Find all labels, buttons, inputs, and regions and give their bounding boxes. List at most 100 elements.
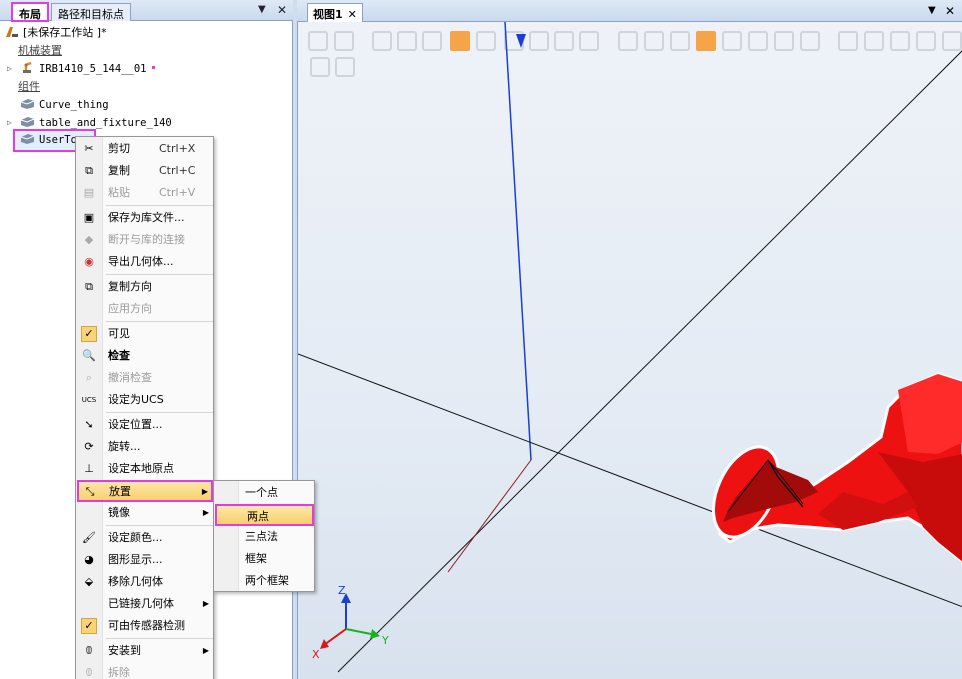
submenu-arrow-icon: ▶ (202, 508, 209, 517)
menu-item-visible[interactable]: ✓ 可见 (77, 323, 213, 345)
tab-paths-targets[interactable]: 路径和目标点 (51, 3, 131, 21)
menu-separator (106, 321, 213, 322)
component-icon (20, 99, 35, 109)
submenu-item-one-point[interactable]: 一个点 (215, 482, 314, 504)
menu-item-undo-inspect[interactable]: ⌕ 撤消检查 (77, 367, 213, 389)
apply-orientation-icon (81, 301, 97, 317)
local-origin-icon: ⊥ (84, 462, 94, 475)
station-icon (6, 27, 18, 37)
station-label: [未保存工作站 ]* (23, 26, 107, 39)
detach-icon: 𝟘 (85, 666, 93, 679)
tree-station[interactable]: [未保存工作站 ]* (4, 24, 107, 42)
tree-curve-thing[interactable]: Curve_thing (20, 96, 109, 114)
menu-item-apply-orientation[interactable]: 应用方向 (77, 298, 213, 320)
submenu-item-two-points[interactable]: 两点 (215, 504, 314, 526)
submenu-arrow-icon: ▶ (202, 599, 209, 608)
menu-item-export-geometry[interactable]: ◉ 导出几何体... (77, 251, 213, 273)
save-library-icon: ▣ (83, 211, 95, 224)
left-tabstrip: 布局 路径和目标点 ▼ ✕ (0, 0, 293, 22)
menu-separator (106, 274, 213, 275)
close-icon[interactable]: ✕ (945, 4, 955, 18)
attach-icon: 𝟘 (85, 644, 93, 657)
export-geometry-icon: ◉ (84, 255, 94, 268)
check-icon: ✓ (81, 326, 97, 342)
red-tool-model (712, 372, 962, 564)
undo-inspect-icon: ⌕ (85, 371, 93, 384)
expand-icon[interactable]: ▷ (7, 114, 12, 132)
menu-separator (106, 525, 213, 526)
inspect-icon: 🔍 (82, 349, 96, 362)
ucs-icon: UCS (81, 396, 97, 404)
component-icon (20, 117, 35, 127)
menu-item-cut[interactable]: ✂ 剪切 Ctrl+X (77, 138, 213, 160)
tab-layout[interactable]: 布局 (11, 2, 49, 22)
close-icon[interactable]: ✕ (348, 8, 357, 21)
submenu-item-two-frames[interactable]: 两个框架 (215, 570, 314, 592)
submenu-item-frame[interactable]: 框架 (215, 548, 314, 570)
tab-view1[interactable]: 视图1 ✕ (307, 3, 363, 22)
submenu-arrow-icon: ▶ (201, 487, 208, 496)
close-icon[interactable]: ✕ (277, 3, 287, 17)
menu-separator (106, 638, 213, 639)
world-y-axis (337, 50, 962, 673)
view-panel: 视图1 ✕ ▼ ✕ Z Y X (297, 0, 962, 679)
view-tab-label: 视图1 (313, 8, 343, 21)
menu-separator (106, 205, 213, 206)
menu-item-set-color[interactable]: 🖌 设定颜色... (77, 527, 213, 549)
menu-item-remove-geometry[interactable]: ⬙ 移除几何体 (77, 571, 213, 593)
rotate-icon: ⟳ (84, 440, 94, 453)
set-position-icon: ➘ (84, 418, 94, 431)
paste-icon: ▤ (83, 186, 95, 199)
menu-item-set-position[interactable]: ➘ 设定位置... (77, 414, 213, 436)
menu-separator (106, 412, 213, 413)
world-x-red-segment (447, 459, 532, 573)
menu-item-attach-to[interactable]: 𝟘 安装到 ▶ (77, 640, 213, 662)
menu-item-save-library[interactable]: ▣ 保存为库文件... (77, 207, 213, 229)
menu-item-inspect[interactable]: 🔍 检查 (77, 345, 213, 367)
menu-item-graphics-display[interactable]: ◕ 图形显示... (77, 549, 213, 571)
table-fixture-label: table_and_fixture_140 (39, 117, 172, 129)
copy-orientation-icon: ⧉ (85, 280, 93, 293)
z-axis-label: Z (338, 584, 346, 597)
menu-item-set-ucs[interactable]: UCS 设定为UCS (77, 389, 213, 411)
robot-label: IRB1410_5_144__01 (39, 63, 147, 75)
menu-item-copy[interactable]: ⧉ 复制 Ctrl+C (77, 160, 213, 182)
menu-item-disconnect-library[interactable]: ◆ 断开与库的连接 (77, 229, 213, 251)
menu-item-copy-orientation[interactable]: ⧉ 复制方向 (77, 276, 213, 298)
paint-brush-icon: 🖌 (82, 531, 96, 544)
dropdown-arrow-icon[interactable]: ▼ (258, 4, 266, 15)
usertool-label: UserTo (39, 134, 77, 146)
menu-item-detach[interactable]: 𝟘 拆除 (77, 662, 213, 679)
dropdown-arrow-icon[interactable]: ▼ (928, 5, 936, 16)
components-group-label: 组件 (18, 80, 40, 93)
menu-item-sensor-detectable[interactable]: ✓ 可由传感器检测 (77, 615, 213, 637)
tree-robot[interactable]: ▷ IRB1410_5_144__01 (7, 60, 156, 78)
robotstudio-window: 布局 路径和目标点 ▼ ✕ [未保存工作站 ]* 机械装置 ▷ IRB1410_… (0, 0, 962, 679)
graphics-display-icon: ◕ (84, 553, 94, 566)
curve-thing-label: Curve_thing (39, 99, 109, 111)
y-axis-label: Y (382, 634, 389, 647)
robot-icon (23, 61, 32, 73)
copy-icon: ⧉ (85, 164, 93, 177)
place-submenu: 一个点 两点 三点法 框架 两个框架 (213, 480, 315, 592)
axis-triad (320, 593, 380, 649)
disconnect-library-icon: ◆ (84, 233, 94, 246)
place-icon: ⤡ (85, 485, 95, 498)
world-z-axis (504, 22, 532, 461)
menu-item-place[interactable]: ⤡ 放置 ▶ (77, 480, 213, 502)
context-menu: ✂ 剪切 Ctrl+X ⧉ 复制 Ctrl+C ▤ 粘贴 Ctrl+V ▣ 保存为库文件...… (75, 136, 214, 679)
expand-icon[interactable]: ▷ (7, 60, 12, 78)
3d-viewport[interactable]: Z Y X (297, 22, 962, 679)
remove-geometry-icon: ⬙ (84, 575, 94, 588)
scissors-icon: ✂ (84, 142, 94, 155)
check-icon: ✓ (81, 618, 97, 634)
menu-item-mirror[interactable]: 镜像 ▶ (77, 502, 213, 524)
menu-item-paste[interactable]: ▤ 粘贴 Ctrl+V (77, 182, 213, 204)
menu-item-rotate[interactable]: ⟳ 旋转... (77, 436, 213, 458)
submenu-item-three-points[interactable]: 三点法 (215, 526, 314, 548)
scene-graphics (298, 22, 962, 673)
menu-item-set-local-origin[interactable]: ⊥ 设定本地原点 (77, 458, 213, 480)
z-axis-arrow (516, 34, 526, 48)
submenu-arrow-icon: ▶ (202, 646, 209, 655)
menu-item-linked-geometry[interactable]: 已链接几何体 ▶ (77, 593, 213, 615)
